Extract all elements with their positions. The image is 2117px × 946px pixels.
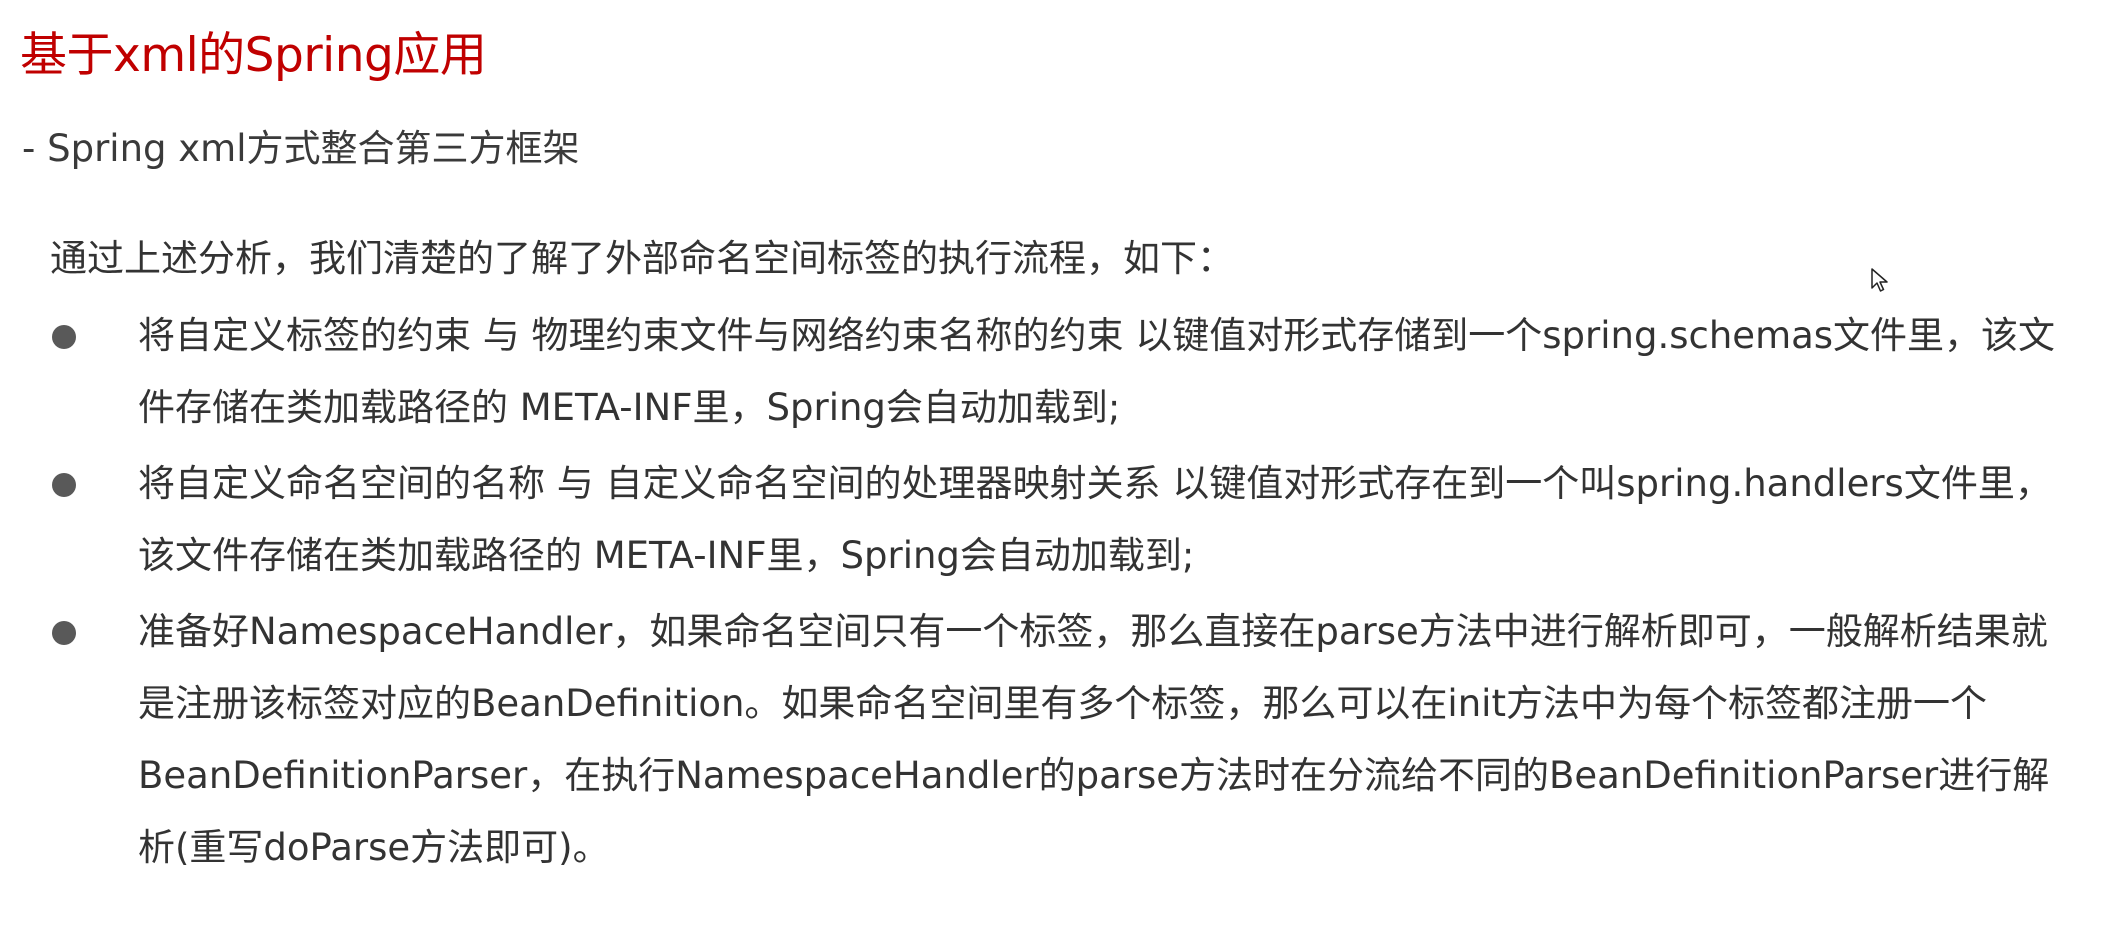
bullet-text: 将自定义标签的约束 与 物理约束文件与网络约束名称的约束 以键值对形式存储到一个… (138, 314, 2056, 429)
bullet-text: 准备好NamespaceHandler，如果命名空间只有一个标签，那么直接在pa… (138, 610, 2050, 869)
slide-title: 基于xml的Spring应用 (20, 28, 487, 83)
bullet-dot-icon (52, 473, 76, 497)
list-item: 将自定义命名空间的名称 与 自定义命名空间的处理器映射关系 以键值对形式存在到一… (0, 448, 2117, 592)
bullet-dot-icon (52, 325, 76, 349)
slide: 基于xml的Spring应用 - Spring xml方式整合第三方框架 通过上… (0, 0, 2117, 946)
mouse-pointer-icon (1871, 268, 1888, 292)
list-item: 将自定义标签的约束 与 物理约束文件与网络约束名称的约束 以键值对形式存储到一个… (0, 300, 2117, 444)
bullet-text: 将自定义命名空间的名称 与 自定义命名空间的处理器映射关系 以键值对形式存在到一… (138, 462, 2052, 577)
list-item: 准备好NamespaceHandler，如果命名空间只有一个标签，那么直接在pa… (0, 596, 2117, 884)
slide-subtitle: - Spring xml方式整合第三方框架 (22, 127, 580, 170)
bullet-list: 将自定义标签的约束 与 物理约束文件与网络约束名称的约束 以键值对形式存储到一个… (0, 300, 2117, 888)
intro-paragraph: 通过上述分析，我们清楚的了解了外部命名空间标签的执行流程，如下： (50, 237, 1234, 280)
bullet-dot-icon (52, 621, 76, 645)
